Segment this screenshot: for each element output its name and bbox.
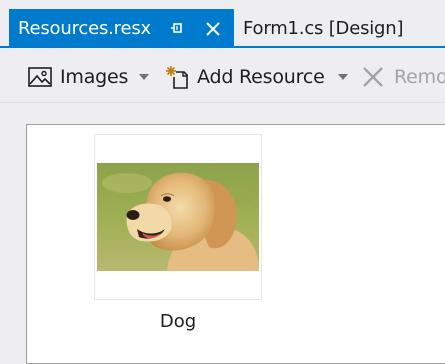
chevron-down-icon [139,74,149,80]
chevron-down-icon [338,74,348,80]
toolbar-divider [0,102,445,103]
images-label: Images [60,66,129,88]
pin-icon[interactable] [169,21,185,37]
delete-icon [363,67,383,87]
resource-thumbnail[interactable] [94,134,262,300]
resource-name-label: Dog [159,311,197,332]
resource-view-canvas[interactable]: Dog [26,124,445,364]
close-icon[interactable] [204,20,222,38]
add-file-icon [166,66,188,89]
tab-form1-design[interactable]: Form1.cs [Design] [234,9,445,48]
dog-photo-image [97,163,259,271]
add-resource-dropdown-button[interactable] [338,52,348,102]
tab-title: Form1.cs [Design] [243,18,404,39]
tab-title: Resources.resx [18,18,151,39]
remove-resource-button[interactable]: Remo [362,52,445,102]
remove-label: Remo [394,66,445,88]
image-icon [28,67,52,87]
document-tab-bar: Resources.resx Form1.cs [Design] [0,0,445,48]
add-resource-button[interactable]: Add Resource [165,52,325,102]
images-dropdown-button[interactable] [139,52,149,102]
tab-accent-line [0,46,445,48]
tab-resources-resx[interactable]: Resources.resx [9,9,234,48]
images-category-button[interactable]: Images [28,52,128,102]
add-resource-label: Add Resource [197,66,325,88]
resource-toolbar: Images Add Resource Remo [0,52,445,102]
